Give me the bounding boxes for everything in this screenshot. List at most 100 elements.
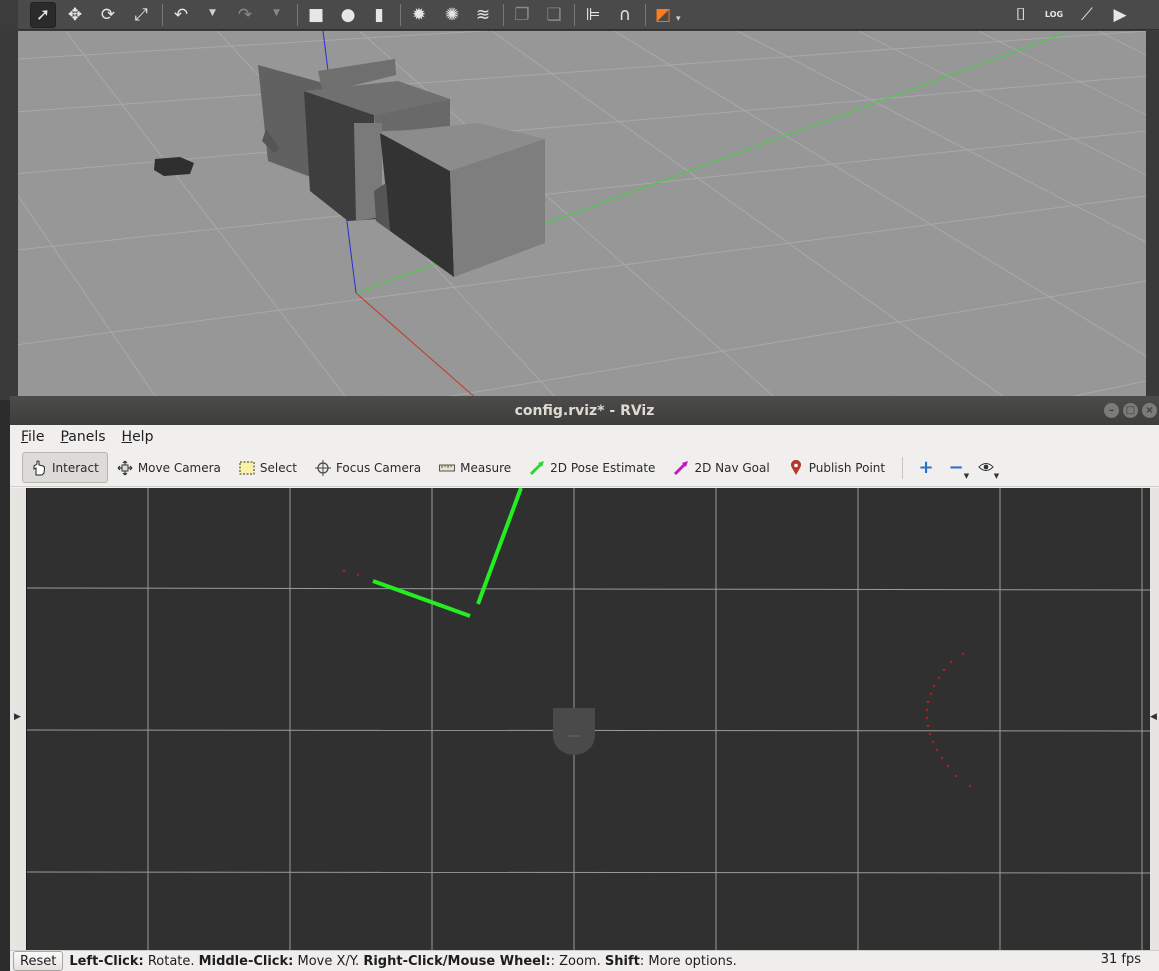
nav-goal-arrow-icon (673, 460, 689, 476)
toolbar-separator (574, 4, 575, 26)
view-angle-caret-icon[interactable]: ▾ (676, 14, 681, 24)
undo-history-caret-icon[interactable]: ▼ (209, 8, 216, 18)
menu-panels-label: anels (68, 429, 106, 445)
remove-tool-button[interactable]: − ▼ (941, 454, 971, 482)
toolbar-separator (297, 4, 298, 26)
tool-visibility-button[interactable]: ▼ (971, 454, 1001, 482)
tool-label: Measure (460, 460, 512, 475)
copy-icon[interactable]: ❐ (509, 2, 535, 28)
left-dock-collapse[interactable]: ▶ (10, 488, 26, 950)
redo-icon[interactable]: ↷ (232, 2, 258, 28)
paste-icon[interactable]: ❏ (541, 2, 567, 28)
tool-label: Interact (52, 460, 99, 475)
rviz-render (27, 488, 1150, 950)
expand-right-icon[interactable]: ◀ (1150, 712, 1157, 722)
box-icon[interactable]: ■ (303, 2, 329, 28)
tool-publish-point[interactable]: Publish Point (779, 452, 894, 483)
plus-icon: + (918, 457, 934, 478)
rviz-titlebar[interactable]: config.rviz* - RViz – □ × (10, 396, 1159, 425)
undo-icon[interactable]: ↶ (168, 2, 194, 28)
close-icon[interactable]: × (1142, 403, 1157, 418)
move-camera-icon (117, 460, 133, 476)
tool-label: 2D Pose Estimate (550, 460, 656, 475)
tool-label: Focus Camera (335, 460, 422, 475)
hint-action: : Zoom. (550, 953, 605, 969)
gazebo-toolbar: ➚ ✥ ⟳ ⤢ ↶ ▼ ↷ ▼ ■ ● ▮ ✹ ✺ ≋ ❐ ❏ ⊫ ∩ ◩ ▾ (18, 0, 1159, 30)
screenshot-camera-icon[interactable]: ⌷ (1008, 2, 1034, 28)
spot-light-icon[interactable]: ✺ (439, 2, 465, 28)
reset-button[interactable]: Reset (13, 951, 64, 971)
toolbar-separator (503, 4, 504, 26)
cylinder-icon[interactable]: ▮ (366, 2, 392, 28)
gazebo-left-panel-strip (0, 31, 18, 400)
hint-key: Middle-Click: (198, 953, 294, 969)
ruler-icon (439, 460, 456, 476)
point-light-icon[interactable]: ✹ (406, 2, 432, 28)
tool-label: Move Camera (137, 460, 221, 475)
add-tool-button[interactable]: + (911, 454, 941, 482)
tool-label: Select (259, 460, 297, 475)
hint-key: Right-Click/Mouse Wheel: (363, 953, 551, 969)
window-title: config.rviz* - RViz (514, 402, 655, 419)
map-pin-icon (788, 459, 804, 476)
translate-icon[interactable]: ✥ (62, 2, 88, 28)
log-icon[interactable]: LOG (1041, 2, 1067, 28)
toolbar-separator (162, 4, 163, 26)
tool-focus-camera[interactable]: Focus Camera (306, 452, 430, 483)
menu-file-accel: F (21, 429, 29, 445)
select-rect-icon (239, 460, 255, 476)
sphere-icon[interactable]: ● (335, 2, 361, 28)
fps-readout: 31 fps (1100, 952, 1141, 967)
hint-action: : More options. (639, 953, 737, 969)
eye-icon (978, 461, 994, 475)
minus-icon: − (948, 457, 964, 478)
tool-label: 2D Nav Goal (694, 460, 770, 475)
robot-model (553, 708, 595, 755)
hint-key: Left-Click: (69, 953, 144, 969)
toolbar-separator (400, 4, 401, 26)
redo-history-caret-icon[interactable]: ▼ (273, 8, 280, 18)
mouse-hint-text: Left-Click: Rotate. Middle-Click: Move X… (69, 954, 736, 969)
menu-help-label: elp (132, 429, 154, 445)
maximize-icon[interactable]: □ (1123, 403, 1138, 418)
snap-icon[interactable]: ∩ (612, 2, 638, 28)
scale-icon[interactable]: ⤢ (128, 2, 154, 28)
minimize-icon[interactable]: – (1104, 403, 1119, 418)
tool-select[interactable]: Select (230, 452, 306, 483)
hand-pointer-icon (31, 460, 47, 476)
tool-measure[interactable]: Measure (430, 452, 520, 483)
rviz-3d-viewport[interactable] (26, 488, 1150, 950)
tool-interact[interactable]: Interact (22, 452, 108, 483)
menu-file-label: ile (28, 429, 45, 445)
hint-action: Rotate. (143, 953, 199, 969)
toolbar-separator (902, 456, 904, 479)
gazebo-scene-render (18, 31, 1146, 400)
desktop: ➚ ✥ ⟳ ⤢ ↶ ▼ ↷ ▼ ■ ● ▮ ✹ ✺ ≋ ❐ ❏ ⊫ ∩ ◩ ▾ (0, 0, 1159, 971)
video-record-icon[interactable]: ▶ (1107, 2, 1133, 28)
menu-bar: File Panels Help (10, 425, 1159, 449)
menu-panels[interactable]: Panels (59, 429, 106, 445)
expand-left-icon[interactable]: ▶ (14, 712, 21, 722)
focus-camera-icon (314, 459, 331, 476)
tool-2d-nav-goal[interactable]: 2D Nav Goal (664, 452, 778, 483)
toolbar-separator (645, 4, 646, 26)
hint-key: Shift (604, 953, 640, 969)
tool-label: Publish Point (808, 460, 886, 475)
view-angle-icon[interactable]: ◩ (650, 2, 676, 28)
gazebo-3d-scene[interactable] (18, 31, 1146, 400)
menu-help-accel: H (121, 429, 133, 445)
gazebo-right-panel-strip (1146, 31, 1159, 400)
tool-move-camera[interactable]: Move Camera (108, 452, 230, 483)
rotate-icon[interactable]: ⟳ (95, 2, 121, 28)
tools-toolbar: Interact Move Camera Select Focus Camera (10, 449, 1159, 487)
right-dock-collapse[interactable]: ◀ (1150, 488, 1159, 950)
tool-2d-pose-estimate[interactable]: 2D Pose Estimate (520, 452, 664, 483)
align-icon[interactable]: ⊫ (580, 2, 606, 28)
hint-action: Move X/Y. (293, 953, 364, 969)
directional-light-icon[interactable]: ≋ (470, 2, 496, 28)
status-bar: Reset Left-Click: Rotate. Middle-Click: … (10, 950, 1159, 971)
menu-help[interactable]: Help (121, 429, 155, 445)
plot-icon[interactable]: ⟋ (1074, 2, 1100, 28)
menu-file[interactable]: File (20, 429, 45, 445)
select-arrow-icon[interactable]: ➚ (30, 2, 56, 28)
